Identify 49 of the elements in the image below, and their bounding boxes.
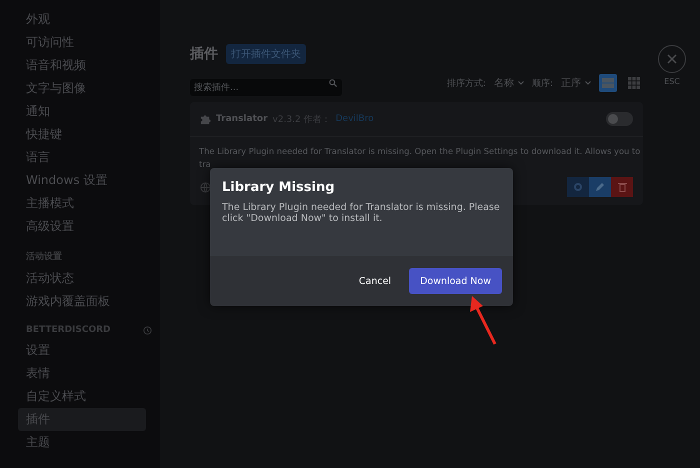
- author-link[interactable]: DevilBro: [336, 114, 374, 124]
- sidebar-item[interactable]: 表情: [18, 362, 50, 385]
- pencil-icon: [595, 182, 605, 192]
- chevron-down-icon: [585, 81, 591, 85]
- sidebar-item[interactable]: 文字与图像: [18, 77, 86, 100]
- gear-icon: [573, 182, 583, 192]
- search-icon: [329, 79, 337, 87]
- sidebar-item[interactable]: 游戏内覆盖面板: [18, 290, 110, 313]
- chevron-down-icon: [518, 81, 524, 85]
- globe-icon[interactable]: [200, 182, 211, 192]
- dialog-title: Library Missing: [222, 180, 336, 195]
- open-folder-button[interactable]: 打开插件文件夹: [226, 44, 306, 64]
- sidebar-item[interactable]: 自定义样式: [18, 385, 86, 408]
- cancel-button[interactable]: Cancel: [354, 268, 396, 294]
- sidebar-item[interactable]: 通知: [18, 100, 50, 123]
- settings-button[interactable]: [567, 177, 589, 197]
- enable-toggle[interactable]: [606, 112, 633, 126]
- page-title: 插件: [190, 45, 218, 63]
- edit-button[interactable]: [589, 177, 611, 197]
- close-button[interactable]: [658, 45, 686, 73]
- sidebar-item[interactable]: 设置: [18, 339, 50, 362]
- sidebar-item[interactable]: 快捷键: [18, 123, 62, 146]
- sidebar-item[interactable]: 主题: [18, 431, 50, 454]
- sidebar-item[interactable]: 语音和视频: [18, 54, 86, 77]
- order-label: 顺序:: [532, 78, 553, 90]
- order-dropdown[interactable]: 正序: [561, 76, 591, 90]
- sidebar-item[interactable]: 外观: [18, 8, 50, 31]
- esc-label: ESC: [664, 77, 680, 86]
- close-icon: [667, 54, 677, 64]
- sort-dropdown[interactable]: 名称: [494, 76, 524, 90]
- grid-view-button[interactable]: [625, 74, 643, 92]
- plugin-description: tra: [198, 158, 212, 171]
- dialog-message: The Library Plugin needed for Translator is missing. Please click "Download Now" to install it.: [222, 202, 501, 224]
- sidebar-item[interactable]: 活动状态: [18, 267, 74, 290]
- sidebar-item[interactable]: 主播模式: [18, 192, 74, 215]
- download-now-button[interactable]: Download Now: [409, 268, 502, 294]
- search-field[interactable]: 搜索插件...: [190, 79, 342, 96]
- sort-label: 排序方式:: [446, 78, 486, 90]
- sidebar-item[interactable]: 可访问性: [18, 31, 74, 54]
- puzzle-icon: [200, 114, 211, 124]
- sidebar-item[interactable]: 语言: [18, 146, 50, 169]
- delete-button[interactable]: [611, 177, 633, 197]
- plugin-description: The Library Plugin needed for Translator is missing. Open the Plugin Settings to download it. Allows you to: [198, 145, 642, 158]
- sidebar-item[interactable]: 高级设置: [18, 215, 74, 238]
- sidebar-item[interactable]: Windows 设置: [18, 169, 108, 192]
- plugin-name: Translator: [216, 114, 268, 124]
- list-view-button[interactable]: [599, 74, 617, 92]
- trash-icon: [618, 182, 626, 192]
- history-icon[interactable]: [143, 326, 152, 334]
